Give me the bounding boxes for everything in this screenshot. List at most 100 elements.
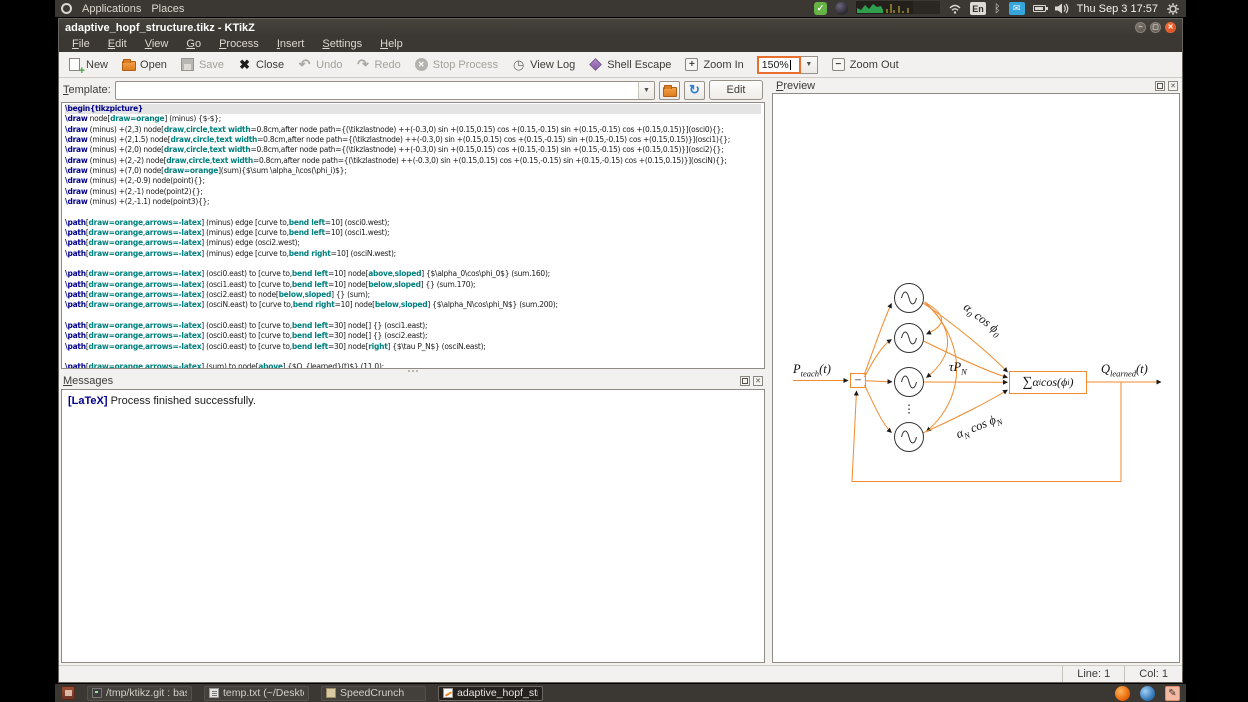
code-line[interactable]	[65, 311, 761, 321]
menu-item-view[interactable]: View	[136, 38, 178, 50]
menu-item-file[interactable]: File	[63, 38, 99, 50]
taskbar-item-terminal[interactable]: /tmp/ktikz.git : bash ...	[87, 686, 192, 701]
main-toolbar: New Open Save ✖Close ↶Undo ↷Redo ✕Stop P…	[59, 52, 1182, 78]
close-file-button[interactable]: ✖Close	[237, 57, 284, 72]
text-cursor	[790, 60, 791, 70]
terminal-icon	[92, 688, 102, 698]
code-line[interactable]: \path[draw=orange,arrows=-latex] (minus)…	[65, 238, 761, 248]
code-line[interactable]	[65, 259, 761, 269]
save-button[interactable]: Save	[180, 57, 224, 72]
bluetooth-icon[interactable]: ᛒ	[994, 2, 1001, 15]
firefox-icon[interactable]	[1115, 686, 1130, 701]
ktikz-tray-icon[interactable]: ✎	[1165, 686, 1180, 701]
keyboard-layout-indicator[interactable]: En	[970, 2, 986, 15]
volume-icon[interactable]	[1054, 2, 1069, 15]
zoom-level-combo[interactable]: 150% ▼	[757, 56, 818, 74]
reload-icon: ↻	[689, 82, 700, 98]
places-menu[interactable]: Places	[151, 3, 184, 15]
messages-output[interactable]: [LaTeX] Process finished successfully.	[61, 389, 765, 664]
template-edit-button[interactable]: Edit	[709, 80, 763, 100]
new-button[interactable]: New	[67, 57, 108, 72]
code-line[interactable]: \path[draw=orange,arrows=-latex] (minus)…	[65, 218, 761, 228]
zoom-out-button[interactable]: −Zoom Out	[831, 57, 899, 72]
code-line[interactable]	[65, 207, 761, 217]
wifi-icon[interactable]	[948, 2, 962, 15]
code-line[interactable]: \begin{tikzpicture}	[65, 104, 761, 114]
code-line[interactable]: \draw node[draw=orange] (minus) {$-$};	[65, 114, 761, 124]
taskbar-item-text-editor[interactable]: temp.txt (~/Desktop...	[204, 686, 309, 701]
code-line[interactable]: \draw (minus) +(2,1.5) node[draw,circle,…	[65, 135, 761, 145]
desktop: Applications Places ✓	[55, 0, 1186, 702]
code-line[interactable]: \draw (minus) +(2,-1.1) node(point3){};	[65, 197, 761, 207]
shell-escape-button[interactable]: Shell Escape	[588, 57, 671, 72]
template-label: Template:	[63, 84, 111, 96]
menu-item-process[interactable]: Process	[210, 38, 268, 50]
taskbar-item-speedcrunch[interactable]: SpeedCrunch	[321, 686, 426, 701]
message-tag: [LaTeX]	[68, 395, 108, 407]
code-line[interactable]: \draw (minus) +(2,-1) node(point2){};	[65, 187, 761, 197]
applications-menu[interactable]: Applications	[82, 3, 141, 15]
titlebar[interactable]: adaptive_hopf_structure.tikz - KTikZ − ▢…	[59, 19, 1182, 36]
code-line[interactable]: \path[draw=orange,arrows=-latex] (osci0.…	[65, 342, 761, 352]
zoom-in-button[interactable]: +Zoom In	[684, 57, 743, 72]
battery-icon[interactable]	[1033, 2, 1046, 15]
undo-button[interactable]: ↶Undo	[297, 57, 342, 72]
text-editor-icon	[209, 688, 219, 698]
window-list-icon[interactable]	[61, 686, 75, 700]
zoom-dropdown-arrow[interactable]: ▼	[801, 56, 818, 74]
taskbar-item-label: /tmp/ktikz.git : bash ...	[106, 687, 187, 699]
minimize-button[interactable]: −	[1135, 22, 1146, 33]
code-line[interactable]: \path[draw=orange,arrows=-latex] (osci0.…	[65, 321, 761, 331]
template-open-button[interactable]	[659, 81, 680, 100]
code-line[interactable]: \path[draw=orange,arrows=-latex] (minus)…	[65, 228, 761, 238]
globe-icon[interactable]	[1140, 686, 1155, 701]
code-line[interactable]: \path[draw=orange,arrows=-latex] (osci0.…	[65, 269, 761, 279]
template-reload-button[interactable]: ↻	[684, 81, 705, 100]
template-combobox[interactable]: ▼	[115, 81, 655, 100]
code-line[interactable]: \path[draw=orange,arrows=-latex] (osci0.…	[65, 331, 761, 341]
zoom-in-icon: +	[685, 58, 698, 71]
open-button[interactable]: Open	[121, 57, 167, 72]
code-line[interactable]: \draw (minus) +(2,3) node[draw,circle,te…	[65, 125, 761, 135]
code-line[interactable]: \path[draw=orange,arrows=-latex] (osci1.…	[65, 280, 761, 290]
bottom-taskbar: /tmp/ktikz.git : bash ... temp.txt (~/Des…	[55, 684, 1186, 702]
view-log-button[interactable]: ◷View Log	[511, 57, 575, 72]
ktikz-icon	[443, 688, 453, 698]
menu-item-edit[interactable]: Edit	[99, 38, 136, 50]
code-line[interactable]: \path[draw=orange,arrows=-latex] (osci2.…	[65, 290, 761, 300]
system-monitor-applet[interactable]	[856, 1, 940, 17]
close-dock-icon[interactable]: ✕	[1168, 81, 1178, 91]
undo-icon: ↶	[297, 57, 312, 72]
code-line[interactable]: \path[draw=orange,arrows=-latex] (osciN.…	[65, 300, 761, 310]
taskbar-item-ktikz[interactable]: adaptive_hopf_struc...	[438, 686, 543, 701]
preview-canvas[interactable]: Pteach(t) Qlearned(t) ∑ αi cos(ϕi) − τPN…	[772, 93, 1180, 663]
template-dropdown-arrow[interactable]: ▼	[638, 82, 654, 99]
menu-item-insert[interactable]: Insert	[268, 38, 314, 50]
code-line[interactable]: \draw (minus) +(2,0) node[draw,circle,te…	[65, 145, 761, 155]
code-line[interactable]	[65, 352, 761, 362]
float-dock-icon[interactable]	[1155, 81, 1165, 91]
maximize-button[interactable]: ▢	[1150, 22, 1161, 33]
menu-item-go[interactable]: Go	[177, 38, 210, 50]
session-gear-icon[interactable]	[1166, 2, 1180, 15]
status-bar: Line: 1 Col: 1	[59, 665, 1182, 682]
close-dock-icon[interactable]: ✕	[753, 376, 763, 386]
label-p-teach: Pteach(t)	[793, 362, 831, 379]
float-dock-icon[interactable]	[740, 376, 750, 386]
menu-item-help[interactable]: Help	[371, 38, 412, 50]
update-ok-icon[interactable]: ✓	[814, 2, 827, 15]
indicator-sphere-icon[interactable]	[835, 2, 848, 15]
stop-process-button[interactable]: ✕Stop Process	[414, 57, 498, 72]
clock[interactable]: Thu Sep 3 17:57	[1077, 3, 1158, 15]
code-line[interactable]: \draw (minus) +(2,-2) node[draw,circle,t…	[65, 156, 761, 166]
code-line[interactable]: \draw (minus) +(2,-0.9) node(point){};	[65, 176, 761, 186]
save-icon	[181, 58, 194, 71]
code-line[interactable]: \draw (minus) +(7,0) node[draw=orange](s…	[65, 166, 761, 176]
code-editor[interactable]: \begin{tikzpicture}\draw node[draw=orang…	[61, 102, 765, 369]
redo-button[interactable]: ↷Redo	[355, 57, 400, 72]
close-button[interactable]: ✕	[1165, 22, 1176, 33]
mail-icon[interactable]: ✉	[1009, 2, 1025, 15]
menu-item-settings[interactable]: Settings	[313, 38, 371, 50]
code-line[interactable]: \path[draw=orange,arrows=-latex] (minus)…	[65, 249, 761, 259]
distro-logo-icon[interactable]	[61, 3, 72, 14]
